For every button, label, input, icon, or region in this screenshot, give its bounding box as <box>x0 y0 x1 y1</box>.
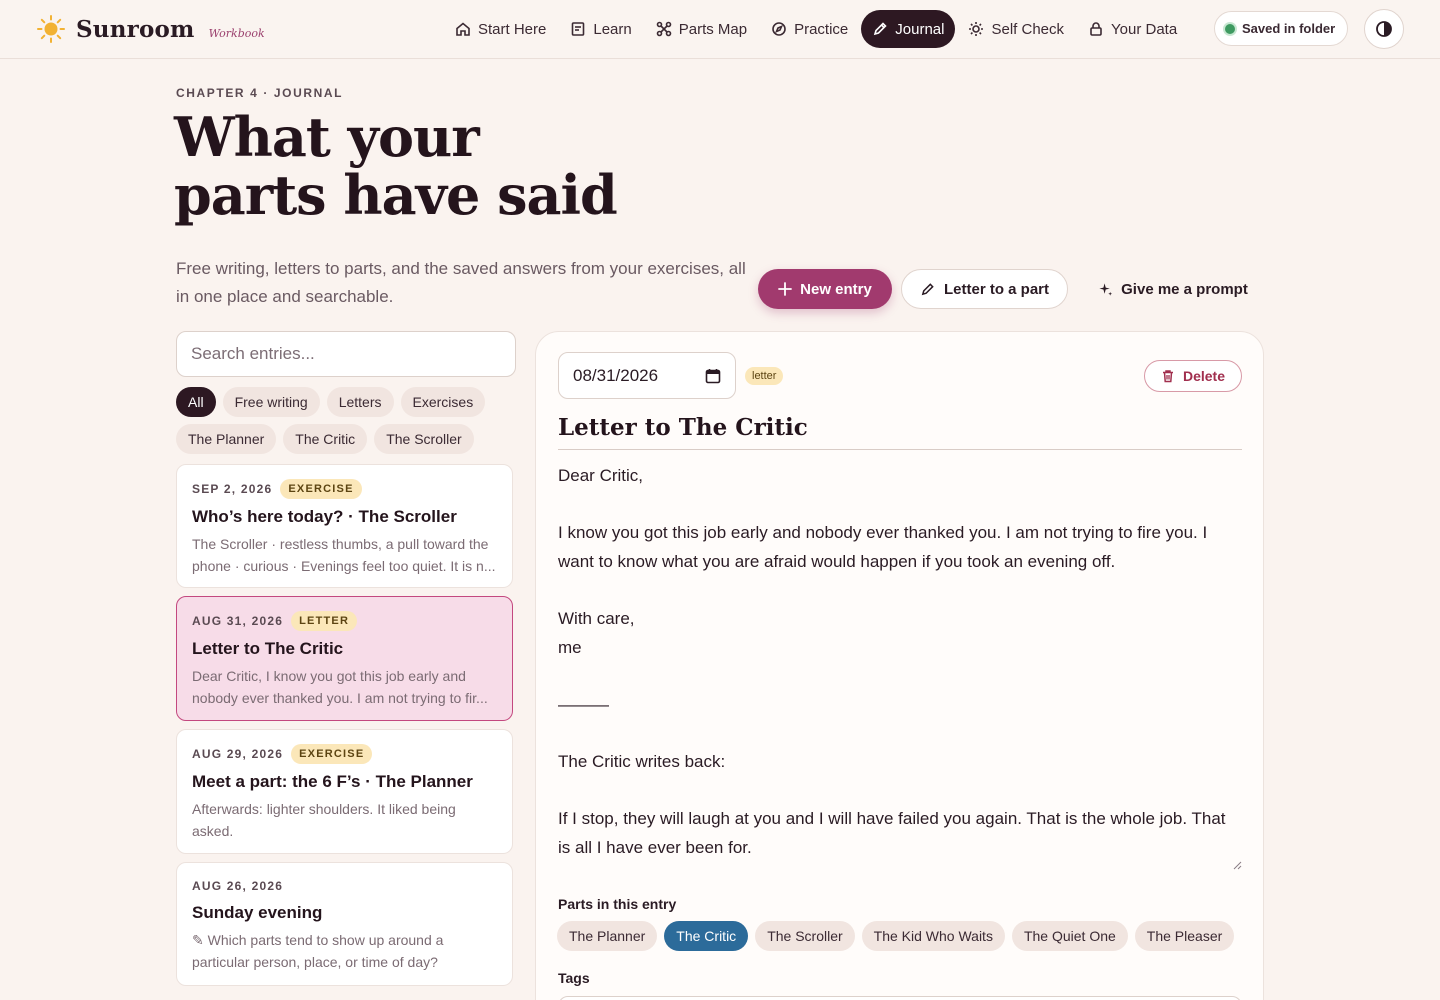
nav-label: Self Check <box>991 20 1065 38</box>
nav-label: Parts Map <box>678 20 748 38</box>
contrast-icon <box>1376 21 1392 37</box>
entry-title-field[interactable]: Letter to The Critic <box>558 414 1242 450</box>
filter-all[interactable]: All <box>176 387 216 417</box>
home-icon <box>456 22 470 36</box>
nav-start-here[interactable]: Start Here <box>444 10 557 48</box>
give-prompt-button[interactable]: Give me a prompt <box>1090 269 1256 309</box>
page-title-line-1: What your <box>174 105 480 169</box>
sun-logo-icon <box>37 15 65 43</box>
resize-handle-icon[interactable] <box>1232 860 1242 870</box>
tags-input[interactable] <box>558 996 1242 1000</box>
pencil-icon <box>921 282 934 295</box>
entry-preview: Afterwards: lighter shoulders. It liked … <box>192 801 456 839</box>
entry-meta: AUG 31, 2026 LETTER <box>192 611 497 631</box>
nodes-icon <box>656 21 672 37</box>
entry-card-selected[interactable]: AUG 31, 2026 LETTER Letter to The Critic… <box>176 596 513 721</box>
nav-label: Practice <box>794 20 849 38</box>
compass-icon <box>772 22 786 36</box>
entry-title: Meet a part: the 6 F’s · The Planner <box>192 772 473 791</box>
part-chip-the-pleaser[interactable]: The Pleaser <box>1134 921 1235 951</box>
filter-the-planner[interactable]: The Planner <box>176 424 277 454</box>
entry-meta: AUG 26, 2026 <box>192 877 497 895</box>
page-title: What your parts have said <box>174 108 774 224</box>
new-entry-label: New entry <box>800 280 872 298</box>
sparkle-icon <box>1099 282 1113 296</box>
theme-toggle-button[interactable] <box>1364 9 1404 49</box>
letter-to-part-label: Letter to a part <box>943 280 1049 298</box>
delete-button[interactable]: Delete <box>1144 360 1242 392</box>
delete-label: Delete <box>1182 368 1226 384</box>
filter-the-critic[interactable]: The Critic <box>283 424 368 454</box>
tags-section-label: Tags <box>558 970 590 986</box>
page-title-line-2: parts have said <box>174 163 618 227</box>
nav-parts-map[interactable]: Parts Map <box>645 10 758 48</box>
part-chips: The Planner The Critic The Scroller The … <box>557 921 1235 951</box>
entry-card[interactable]: AUG 29, 2026 EXERCISE Meet a part: the 6… <box>176 729 513 854</box>
filter-free-writing[interactable]: Free writing <box>222 387 320 417</box>
parts-section-label: Parts in this entry <box>558 896 677 912</box>
entry-date: AUG 31, 2026 <box>192 614 284 628</box>
entry-type-badge: EXERCISE <box>280 479 362 499</box>
brand-name: Sunroom <box>76 15 195 43</box>
filter-the-scroller[interactable]: The Scroller <box>374 424 474 454</box>
entry-meta: AUG 29, 2026 EXERCISE <box>192 744 497 764</box>
entry-body-textarea[interactable]: Dear Critic, I know you got this job ear… <box>558 462 1242 874</box>
give-prompt-label: Give me a prompt <box>1121 280 1248 298</box>
nav-self-check[interactable]: Self Check <box>957 10 1075 48</box>
new-entry-button[interactable]: New entry <box>758 269 892 309</box>
plus-icon <box>778 282 793 296</box>
entry-editor-panel: 08/31/2026 letter Delete Letter to The C… <box>535 331 1264 1000</box>
entry-title: Who’s here today? · The Scroller <box>192 507 457 526</box>
entry-title: Letter to The Critic <box>192 639 344 658</box>
letter-to-part-button[interactable]: Letter to a part <box>901 269 1068 309</box>
part-chip-the-quiet-one[interactable]: The Quiet One <box>1011 921 1128 951</box>
nav-practice[interactable]: Practice <box>760 10 859 48</box>
main-nav: Start Here Learn Parts Map Practice Jour… <box>444 10 1188 48</box>
entry-preview: The Scroller · restless thumbs, a pull t… <box>192 536 496 574</box>
filter-exercises[interactable]: Exercises <box>400 387 486 417</box>
lock-icon <box>1090 22 1102 36</box>
entry-type-tag: letter <box>745 367 784 385</box>
chapter-eyebrow: CHAPTER 4 · JOURNAL <box>176 86 344 100</box>
trash-icon <box>1162 370 1173 383</box>
top-bar: Sunroom Workbook Start Here Learn Parts … <box>0 0 1440 59</box>
part-chip-the-planner[interactable]: The Planner <box>557 921 658 951</box>
search-input[interactable] <box>176 331 516 377</box>
entry-date: AUG 26, 2026 <box>192 879 284 893</box>
saved-status-badge[interactable]: Saved in folder <box>1214 11 1349 46</box>
calendar-icon[interactable] <box>705 368 721 384</box>
nav-learn[interactable]: Learn <box>559 10 642 48</box>
nav-label: Start Here <box>478 20 547 38</box>
filter-chips: All Free writing Letters Exercises The P… <box>176 387 516 454</box>
entry-card[interactable]: AUG 26, 2026 Sunday evening ✎ Which part… <box>176 862 513 986</box>
nav-label: Journal <box>895 20 945 38</box>
entry-card[interactable]: SEP 2, 2026 EXERCISE Who’s here today? ·… <box>176 464 513 588</box>
brand[interactable]: Sunroom Workbook <box>36 14 265 44</box>
pencil-icon <box>874 22 887 36</box>
entry-date-value: 08/31/2026 <box>573 365 659 385</box>
part-chip-the-scroller[interactable]: The Scroller <box>755 921 855 951</box>
entry-type-badge: LETTER <box>291 611 358 631</box>
brand-subtitle: Workbook <box>208 26 265 40</box>
saved-status-label: Saved in folder <box>1242 21 1336 36</box>
status-dot-icon <box>1225 23 1235 34</box>
part-chip-the-kid-who-waits[interactable]: The Kid Who Waits <box>861 921 1005 951</box>
part-chip-the-critic[interactable]: The Critic <box>664 921 749 951</box>
nav-label: Learn <box>593 20 632 38</box>
nav-your-data[interactable]: Your Data <box>1077 10 1188 48</box>
entry-title: Sunday evening <box>192 903 323 922</box>
entry-date: SEP 2, 2026 <box>192 482 273 496</box>
entry-date: AUG 29, 2026 <box>192 747 284 761</box>
nav-label: Your Data <box>1111 20 1178 38</box>
filter-letters[interactable]: Letters <box>326 387 394 417</box>
entry-meta: SEP 2, 2026 EXERCISE <box>192 479 497 499</box>
nav-journal[interactable]: Journal <box>861 10 956 48</box>
sun-icon <box>969 22 984 36</box>
book-icon <box>572 22 585 36</box>
page-description: Free writing, letters to parts, and the … <box>176 259 746 306</box>
entry-type-badge: EXERCISE <box>291 744 373 764</box>
entry-date-field[interactable]: 08/31/2026 <box>558 352 736 399</box>
entry-preview: ✎ Which parts tend to show up around a p… <box>192 932 444 970</box>
entry-preview: Dear Critic, I know you got this job ear… <box>192 668 488 706</box>
